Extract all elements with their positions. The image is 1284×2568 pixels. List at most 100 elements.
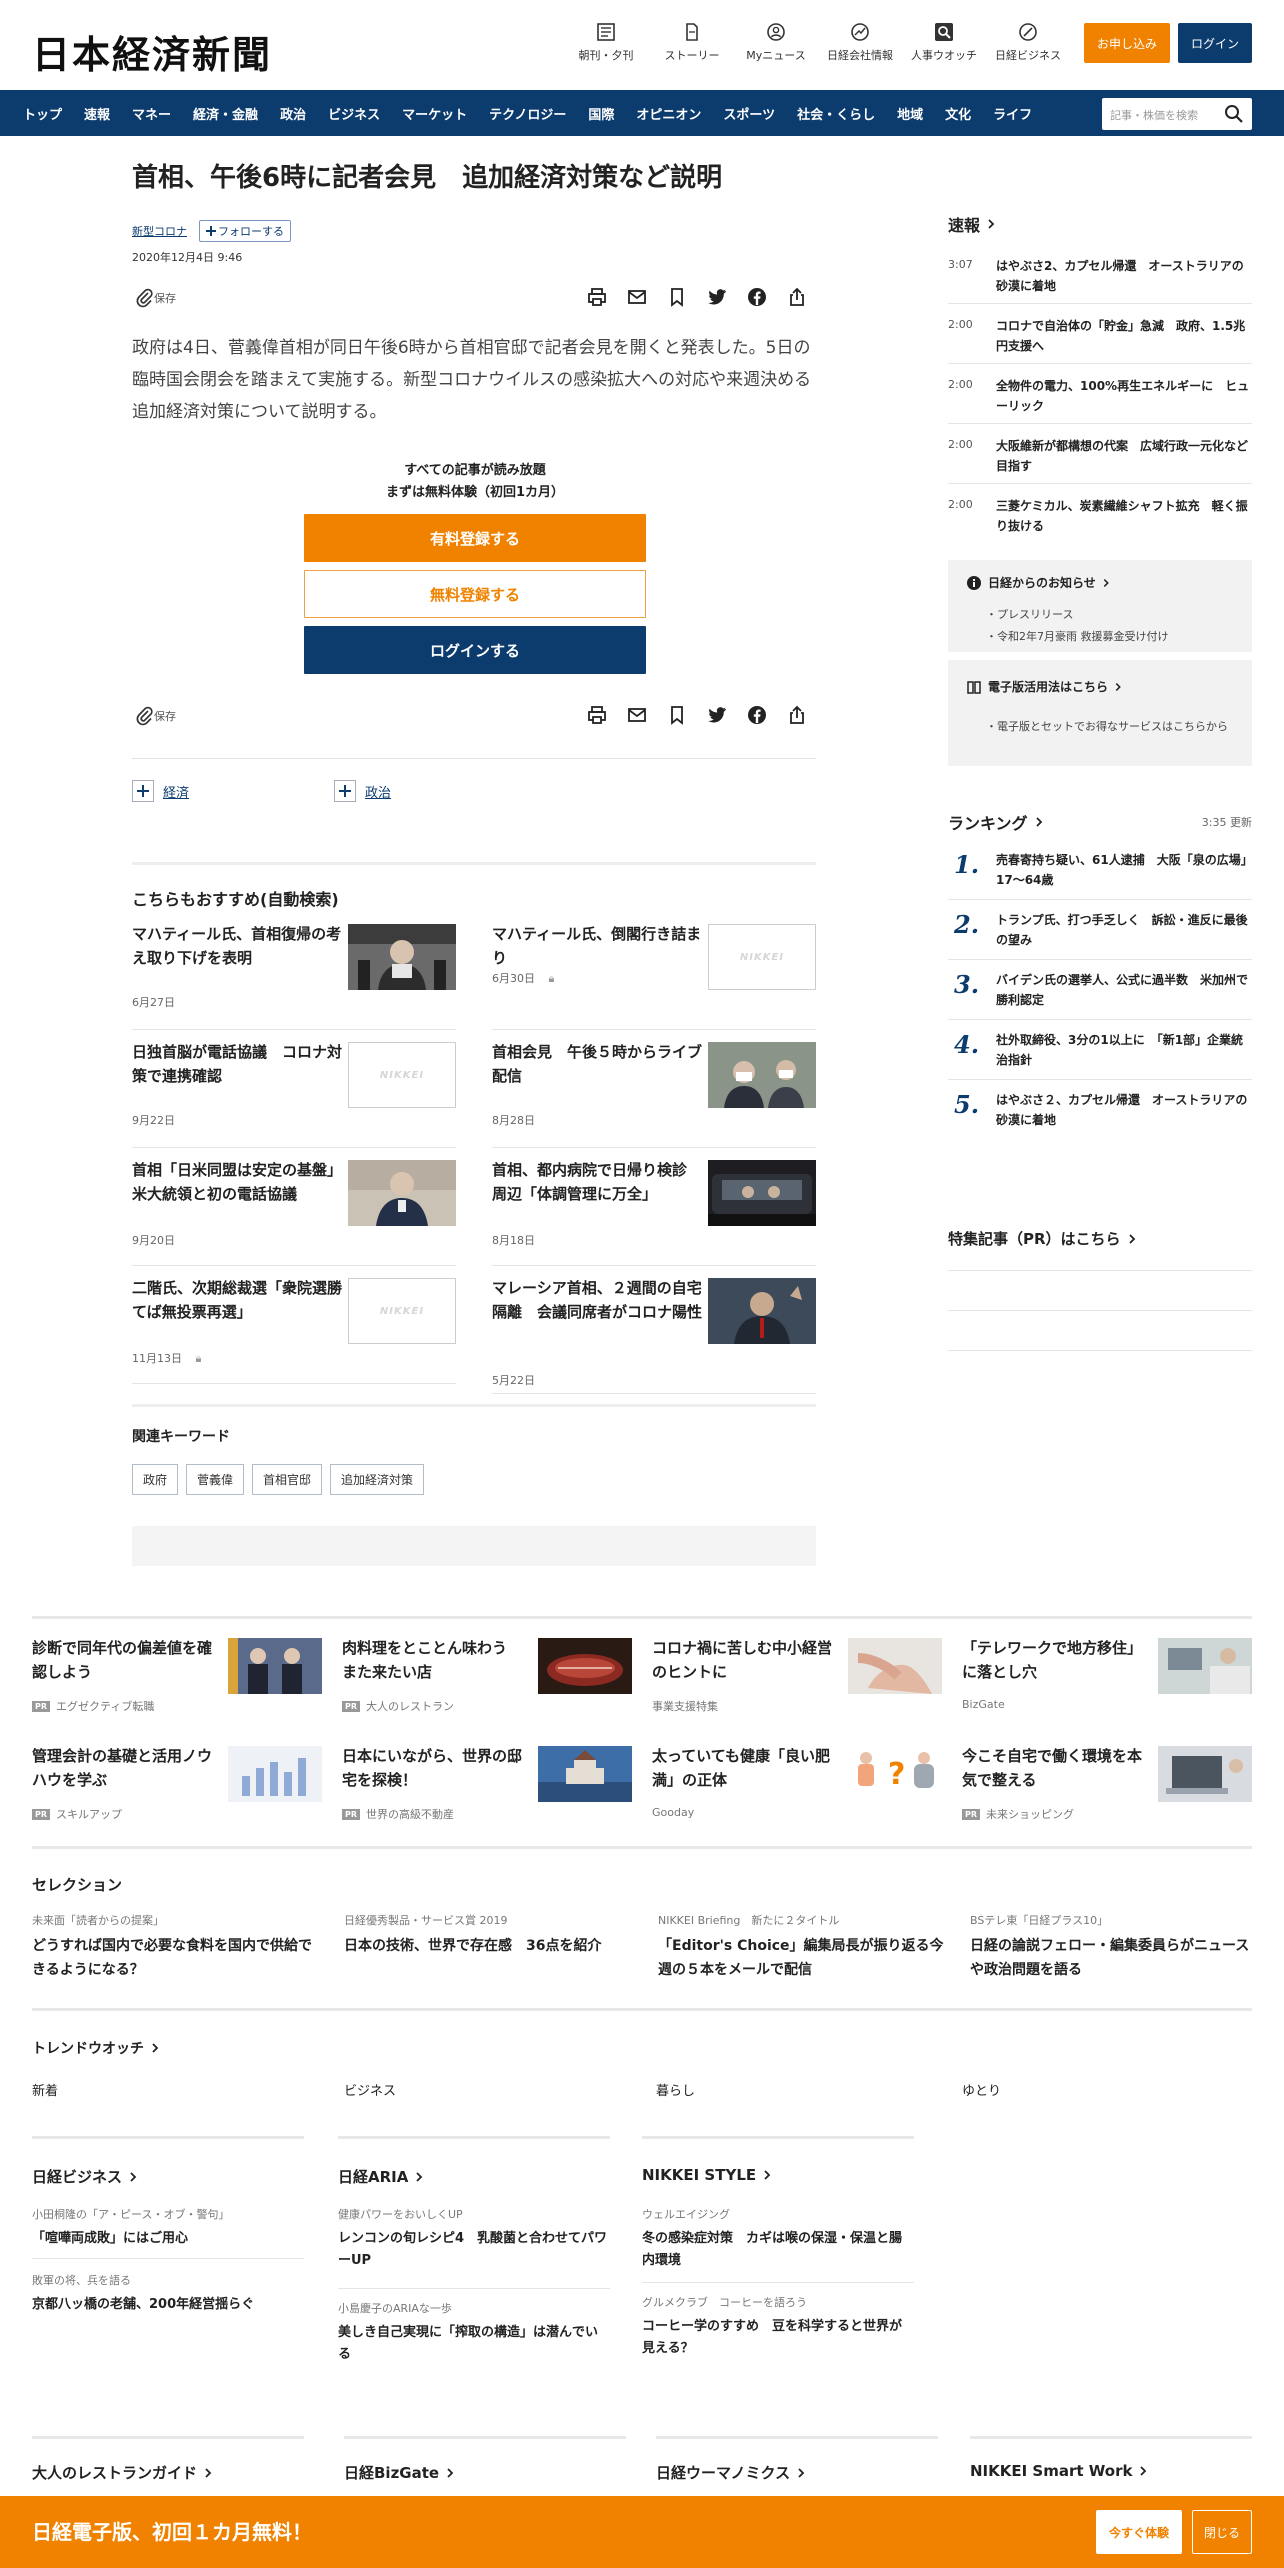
recommend-item[interactable]: 首相、都内病院で日帰り検診 周辺「体調管理に万全」 8月18日	[492, 1148, 816, 1266]
nav-item[interactable]: テクノロジー	[489, 104, 566, 123]
nav-item[interactable]: マネー	[132, 104, 171, 123]
print-icon[interactable]	[586, 704, 608, 726]
pr-feature-heading[interactable]: 特集記事（PR）はこちら	[948, 1228, 1139, 1249]
share-icon[interactable]	[786, 286, 808, 308]
nav-item[interactable]: マーケット	[402, 104, 467, 123]
recommend-item[interactable]: 二階氏、次期総裁選「衆院選勝てば無投票再選」 11月13日 🔒︎ NIKKEI	[132, 1266, 456, 1384]
column-heading[interactable]: NIKKEI STYLE	[642, 2166, 914, 2184]
header-link-paper[interactable]: 朝刊・夕刊	[566, 22, 646, 63]
nav-item[interactable]: 政治	[280, 104, 306, 123]
paid-register-button[interactable]: 有料登録する	[304, 514, 646, 562]
nav-item[interactable]: ビジネス	[328, 104, 380, 123]
notice-heading[interactable]: 日経からのお知らせ	[966, 574, 1112, 591]
trend-cat[interactable]: 新着	[32, 2080, 58, 2099]
header-link-personnel[interactable]: 人事ウオッチ	[904, 22, 984, 63]
trend-heading[interactable]: トレンドウオッチ	[32, 2038, 162, 2058]
recommend-item[interactable]: 首相会見 午後５時からライブ配信 8月28日	[492, 1030, 816, 1148]
facebook-icon[interactable]	[746, 704, 768, 726]
twitter-icon[interactable]	[706, 286, 728, 308]
column-article[interactable]: 小島慶子のARIAな一歩 美しき自己実現に「搾取の構造」は潜んでいる	[338, 2300, 610, 2366]
bookmark-icon[interactable]	[666, 704, 688, 726]
nav-item[interactable]: 社会・くらし	[797, 104, 875, 123]
keyword-tag[interactable]: 菅義偉	[186, 1464, 245, 1495]
header-link-story[interactable]: ストーリー	[652, 22, 732, 63]
free-register-button[interactable]: 無料登録する	[304, 570, 646, 618]
mail-icon[interactable]	[626, 704, 648, 726]
ranking-item[interactable]: 3. バイデン氏の選挙人、公式に過半数 米加州で勝利認定	[948, 960, 1252, 1020]
site-logo[interactable]: 日本経済新聞	[32, 24, 272, 79]
topic-follow-economy[interactable]: 経済	[132, 780, 189, 802]
selection-item[interactable]: BSテレ東「日経プラス10」 日経の論説フェロー・編集委員らがニュースや政治問題…	[970, 1912, 1260, 1982]
nav-item[interactable]: トップ	[23, 104, 62, 123]
breaking-item[interactable]: 2:00 全物件の電力、100%再生エネルギーに ヒューリック	[948, 364, 1252, 424]
topic-tag[interactable]: 新型コロナ	[132, 223, 187, 239]
topic-follow-politics[interactable]: 政治	[334, 780, 391, 802]
nav-item[interactable]: 文化	[945, 104, 971, 123]
keyword-tag[interactable]: 首相官邸	[252, 1464, 323, 1495]
selection-item[interactable]: NIKKEI Briefing 新たに２タイトル 「Editor's Choic…	[658, 1912, 948, 1982]
breaking-item[interactable]: 2:00 大阪維新が都構想の代案 広域行政一元化など目指す	[948, 424, 1252, 484]
nav-item[interactable]: 速報	[84, 104, 110, 123]
notice-link[interactable]: ・プレスリリース	[986, 606, 1073, 622]
recommend-item[interactable]: 日独首脳が電話協議 コロナ対策で連携確認 9月22日 NIKKEI	[132, 1030, 456, 1148]
bottom-link[interactable]: 日経BizGate	[344, 2462, 457, 2483]
bottom-link[interactable]: 日経ウーマノミクス	[656, 2462, 808, 2483]
twitter-icon[interactable]	[706, 704, 728, 726]
pr-item[interactable]: 太っていても健康「良い肥満」の正体 Gooday ?	[652, 1736, 942, 1819]
save-button[interactable]: 保存	[136, 288, 176, 308]
trend-cat[interactable]: ゆとり	[962, 2080, 1001, 2099]
ranking-item[interactable]: 2. トランプ氏、打つ手乏しく 訴訟・進反に最後の望み	[948, 900, 1252, 960]
breaking-item[interactable]: 2:00 三菱ケミカル、炭素繊維シャフト拡充 軽く振り抜ける	[948, 484, 1252, 544]
column-article[interactable]: ウェルエイジング 冬の感染症対策 カギは喉の保湿・保温と腸内環境	[642, 2206, 914, 2272]
mail-icon[interactable]	[626, 286, 648, 308]
keyword-tag[interactable]: 政府	[132, 1464, 179, 1495]
pr-item[interactable]: 診断で同年代の偏差値を確認しよう PR エグゼクティブ転職	[32, 1628, 322, 1713]
column-article[interactable]: 小田桐隆の「ア・ピース・オブ・警句」 「喧嘩両成敗」にはご用心	[32, 2206, 304, 2250]
selection-item[interactable]: 日経優秀製品・サービス賞 2019 日本の技術、世界で存在感 36点を紹介	[344, 1912, 634, 1958]
ranking-item[interactable]: 5. はやぶさ２、カプセル帰還 オーストラリアの砂漠に着地	[948, 1080, 1252, 1140]
nav-item[interactable]: 国際	[588, 104, 614, 123]
keyword-tag[interactable]: 追加経済対策	[330, 1464, 425, 1495]
header-link-mynews[interactable]: Myニュース	[736, 22, 816, 63]
paywall-login-button[interactable]: ログインする	[304, 626, 646, 674]
recommend-item[interactable]: マレーシア首相、２週間の自宅隔離 会議同席者がコロナ陽性 5月22日	[492, 1266, 816, 1394]
recommend-item[interactable]: マハティール氏、倒閣行き詰まり 6月30日 🔒︎ NIKKEI	[492, 912, 816, 1030]
breaking-heading[interactable]: 速報	[948, 212, 998, 236]
save-button[interactable]: 保存	[136, 706, 176, 726]
ranking-item[interactable]: 1. 売春寄持ち疑い、61人逮捕 大阪「泉の広場」17～64歳	[948, 840, 1252, 900]
column-article[interactable]: グルメクラブ コーヒーを語ろう コーヒー学のすすめ 豆を科学すると世界が見える？	[642, 2294, 914, 2360]
pr-item[interactable]: 日本にいながら、世界の邸宅を探検！ PR 世界の高級不動産	[342, 1736, 632, 1821]
print-icon[interactable]	[586, 286, 608, 308]
recommend-item[interactable]: マハティール氏、首相復帰の考え取り下げを表明 6月27日	[132, 912, 456, 1030]
nav-item[interactable]: 地域	[897, 104, 923, 123]
notice-link[interactable]: ・電子版とセットでお得なサービスはこちらから	[986, 718, 1242, 736]
login-button[interactable]: ログイン	[1178, 23, 1252, 63]
nav-item[interactable]: ライフ	[993, 104, 1032, 123]
breaking-item[interactable]: 2:00 コロナで自治体の「貯金」急減 政府、1.5兆円支援へ	[948, 304, 1252, 364]
column-article[interactable]: 健康パワーをおいしくUP レンコンの旬レシピ4 乳酸菌と合わせてパワーUP	[338, 2206, 610, 2272]
column-article[interactable]: 敗軍の将、兵を語る 京都八ッ橋の老舗、200年経営揺らぐ	[32, 2272, 304, 2316]
bottom-link[interactable]: 大人のレストランガイド	[32, 2462, 215, 2483]
column-heading[interactable]: 日経ARIA	[338, 2166, 610, 2187]
try-now-button[interactable]: 今すぐ体験	[1096, 2510, 1182, 2554]
pr-item[interactable]: 管理会計の基礎と活用ノウハウを学ぶ PR スキルアップ	[32, 1736, 322, 1821]
notice-link[interactable]: ・令和2年7月豪雨 救援募金受け付け	[986, 628, 1169, 644]
recommend-item[interactable]: 首相「日米同盟は安定の基盤」 米大統領と初の電話協議 9月20日	[132, 1148, 456, 1266]
nav-item[interactable]: オピニオン	[636, 104, 701, 123]
pr-item[interactable]: 今こそ自宅で働く環境を本気で整える PR 未来ショッピング	[962, 1736, 1252, 1821]
ranking-item[interactable]: 4. 社外取締役、3分の1以上に 「新1部」企業統治指針	[948, 1020, 1252, 1080]
notice-heading-2[interactable]: 電子版活用法はこちら	[966, 678, 1124, 695]
ranking-heading[interactable]: ランキング	[948, 810, 1046, 834]
search-icon[interactable]	[1224, 104, 1244, 124]
pr-item[interactable]: 肉料理をとことん味わう また来たい店 PR 大人のレストラン	[342, 1628, 632, 1713]
search-input[interactable]: 記事・株価を検索	[1102, 98, 1252, 130]
bookmark-icon[interactable]	[666, 286, 688, 308]
trend-cat[interactable]: ビジネス	[344, 2080, 396, 2099]
share-icon[interactable]	[786, 704, 808, 726]
header-link-business[interactable]: 日経ビジネス	[988, 22, 1068, 63]
trend-cat[interactable]: 暮らし	[656, 2080, 695, 2099]
pr-item[interactable]: コロナ禍に苦しむ中小経営のヒントに 事業支援特集	[652, 1628, 942, 1713]
subscribe-button[interactable]: お申し込み	[1084, 23, 1170, 63]
breaking-item[interactable]: 3:07 はやぶさ2、カプセル帰還 オーストラリアの砂漠に着地	[948, 244, 1252, 304]
facebook-icon[interactable]	[746, 286, 768, 308]
